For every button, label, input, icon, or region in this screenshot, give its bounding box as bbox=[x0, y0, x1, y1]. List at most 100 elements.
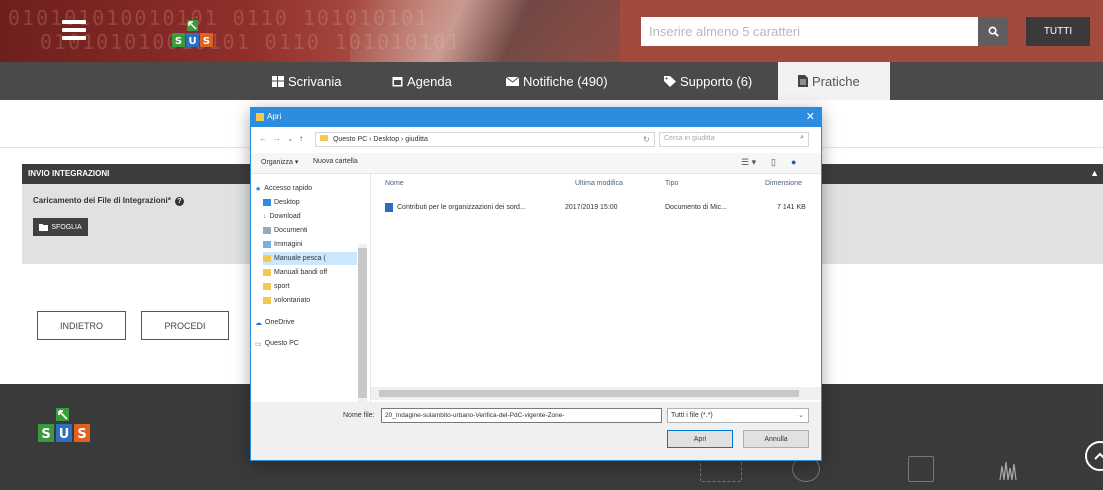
logo-letter: S bbox=[175, 36, 182, 47]
nav-notifiche[interactable]: Notifiche (490) bbox=[506, 62, 632, 100]
proceed-button[interactable]: PROCEDI bbox=[141, 311, 229, 340]
header-banner: 010101010010101 0110 101010101 010101010… bbox=[0, 0, 1103, 62]
up-arrow-icon[interactable]: ↑ bbox=[299, 134, 303, 143]
logo-letter: U bbox=[188, 36, 196, 47]
app-icon bbox=[256, 113, 264, 121]
tree-label: sport bbox=[274, 283, 290, 290]
filename-input[interactable]: 20_Indagine-sulambito-urbano-Verifica-de… bbox=[381, 408, 662, 423]
desktop-icon bbox=[263, 199, 271, 206]
partner-emblem-icon bbox=[908, 456, 934, 482]
tree-label: Download bbox=[269, 213, 301, 220]
folder-icon bbox=[263, 269, 271, 276]
tree-label: OneDrive bbox=[265, 319, 295, 326]
back-arrow-icon[interactable]: ← bbox=[259, 134, 267, 143]
tag-icon bbox=[664, 75, 676, 87]
tree-item-onedrive[interactable]: ☁ OneDrive bbox=[255, 316, 295, 329]
column-header-size[interactable]: Dimensione bbox=[765, 180, 802, 187]
organize-button[interactable]: Organizza ▾ bbox=[261, 158, 298, 166]
forward-arrow-icon[interactable]: → bbox=[273, 134, 281, 143]
column-header-type[interactable]: Tipo bbox=[665, 180, 678, 187]
sus-logo[interactable]: S U S bbox=[170, 20, 216, 56]
column-header-modified[interactable]: Ultima modifica bbox=[575, 180, 623, 187]
back-button[interactable]: INDIETRO bbox=[37, 311, 126, 340]
chevron-down-icon: ⌄ bbox=[798, 412, 804, 419]
chevron-up-icon bbox=[1094, 452, 1103, 460]
folder-icon bbox=[263, 283, 271, 290]
view-options-icon[interactable]: ☰ ▾ bbox=[741, 157, 756, 168]
browse-button[interactable]: SFOGLIA bbox=[33, 218, 88, 236]
dialog-search-placeholder: Cerca in giuditta bbox=[664, 135, 715, 142]
tree-item-documents[interactable]: Documenti bbox=[263, 224, 307, 237]
nav-scrivania[interactable]: Scrivania bbox=[272, 62, 352, 100]
cancel-button[interactable]: Annulla bbox=[743, 430, 809, 448]
tree-item-folder[interactable]: Manuali bandi off bbox=[263, 266, 327, 279]
new-folder-button[interactable]: Nuova cartella bbox=[313, 158, 358, 165]
refresh-icon[interactable]: ↻ bbox=[643, 135, 650, 144]
documents-icon bbox=[263, 227, 271, 234]
search-icon: ⌕ bbox=[800, 134, 804, 141]
file-row[interactable]: Contributi per le organizzazioni dei sor… bbox=[381, 202, 817, 215]
panel-title: INVIO INTEGRAZIONI bbox=[28, 169, 110, 178]
dialog-title-bar[interactable]: Apri ✕ bbox=[251, 108, 821, 127]
main-nav: Scrivania Agenda Notifiche (490) Support… bbox=[0, 62, 1103, 100]
search-input[interactable] bbox=[641, 17, 978, 46]
tree-item-desktop[interactable]: Desktop bbox=[263, 196, 300, 209]
preview-pane-icon[interactable]: ▯ bbox=[771, 157, 776, 168]
folder-icon bbox=[263, 255, 271, 262]
search-icon bbox=[988, 26, 999, 37]
help-icon[interactable]: ? bbox=[175, 197, 185, 206]
filetype-select[interactable]: Tutti i file (*.*) ⌄ bbox=[667, 408, 809, 423]
nav-label: Scrivania bbox=[288, 73, 342, 89]
filetype-value: Tutti i file (*.*) bbox=[671, 412, 713, 419]
tree-label: Questo PC bbox=[264, 340, 299, 347]
tree-scrollbar[interactable] bbox=[358, 244, 367, 402]
nav-agenda[interactable]: Agenda bbox=[392, 62, 468, 100]
tree-item-quick-access[interactable]: ★ Accesso rapido bbox=[255, 182, 312, 195]
horizontal-scrollbar[interactable] bbox=[371, 387, 821, 400]
nav-pratiche[interactable]: Pratiche bbox=[778, 62, 890, 100]
tree-item-this-pc[interactable]: ▭ Questo PC bbox=[255, 337, 299, 350]
help-icon[interactable]: ● bbox=[791, 157, 796, 167]
cloud-icon: ☁ bbox=[255, 319, 262, 327]
scrollbar-thumb[interactable] bbox=[379, 390, 799, 397]
folder-icon bbox=[263, 297, 271, 304]
tree-item-folder[interactable]: sport bbox=[263, 280, 290, 293]
dialog-toolbar: Organizza ▾ Nuova cartella ☰ ▾ ▯ ● bbox=[251, 153, 821, 174]
filename-label: Nome file: bbox=[343, 412, 375, 419]
tree-label: Manuale pesca ( bbox=[274, 255, 326, 262]
file-size: 7 141 KB bbox=[777, 204, 806, 211]
folder-icon bbox=[39, 223, 49, 231]
address-row: ← → ⌄ ↑ Questo PC › Desktop › giuditta ↻… bbox=[251, 127, 821, 153]
download-icon: ↓ bbox=[263, 213, 267, 220]
search-scope-button[interactable]: TUTTI bbox=[1026, 17, 1090, 46]
pictures-icon bbox=[263, 241, 271, 248]
tree-label: volontariato bbox=[274, 297, 311, 304]
calendar-icon bbox=[392, 76, 403, 86]
nav-supporto[interactable]: Supporto (6) bbox=[664, 62, 760, 100]
dialog-search-input[interactable]: Cerca in giuditta ⌕ bbox=[659, 132, 809, 147]
folder-icon bbox=[320, 135, 328, 141]
dialog-bottom: Nome file: 20_Indagine-sulambito-urbano-… bbox=[251, 402, 821, 460]
tree-item-folder[interactable]: volontariato bbox=[263, 294, 310, 307]
upload-label: Caricamento dei File di Integrazioni* ? bbox=[33, 196, 185, 206]
tree-label: Immagini bbox=[274, 241, 303, 248]
file-name: Contributi per le organizzazioni dei sor… bbox=[397, 204, 526, 211]
dropdown-arrow-icon[interactable]: ⌄ bbox=[287, 134, 294, 143]
file-modified: 2017/2019 15:00 bbox=[565, 204, 618, 211]
tree-label: Desktop bbox=[274, 199, 300, 206]
address-bar[interactable]: Questo PC › Desktop › giuditta bbox=[315, 132, 655, 147]
open-button[interactable]: Apri bbox=[667, 430, 733, 448]
menu-icon[interactable] bbox=[62, 20, 86, 40]
footer-sus-logo: S U S bbox=[38, 408, 94, 452]
tree-item-folder[interactable]: Manuale pesca ( bbox=[263, 252, 357, 265]
address-path: Questo PC › Desktop › giuditta bbox=[332, 136, 428, 143]
collapse-caret-icon[interactable]: ▲ bbox=[1090, 168, 1099, 178]
column-header-name[interactable]: Nome bbox=[385, 180, 404, 187]
search-button[interactable] bbox=[978, 17, 1008, 46]
tree-item-pictures[interactable]: Immagini bbox=[263, 238, 302, 251]
logo-letter: U bbox=[59, 427, 70, 442]
scrollbar-thumb[interactable] bbox=[358, 248, 367, 398]
close-icon[interactable]: ✕ bbox=[806, 110, 815, 123]
tree-item-download[interactable]: ↓ Download bbox=[263, 210, 301, 223]
nav-label: Pratiche bbox=[812, 73, 860, 89]
